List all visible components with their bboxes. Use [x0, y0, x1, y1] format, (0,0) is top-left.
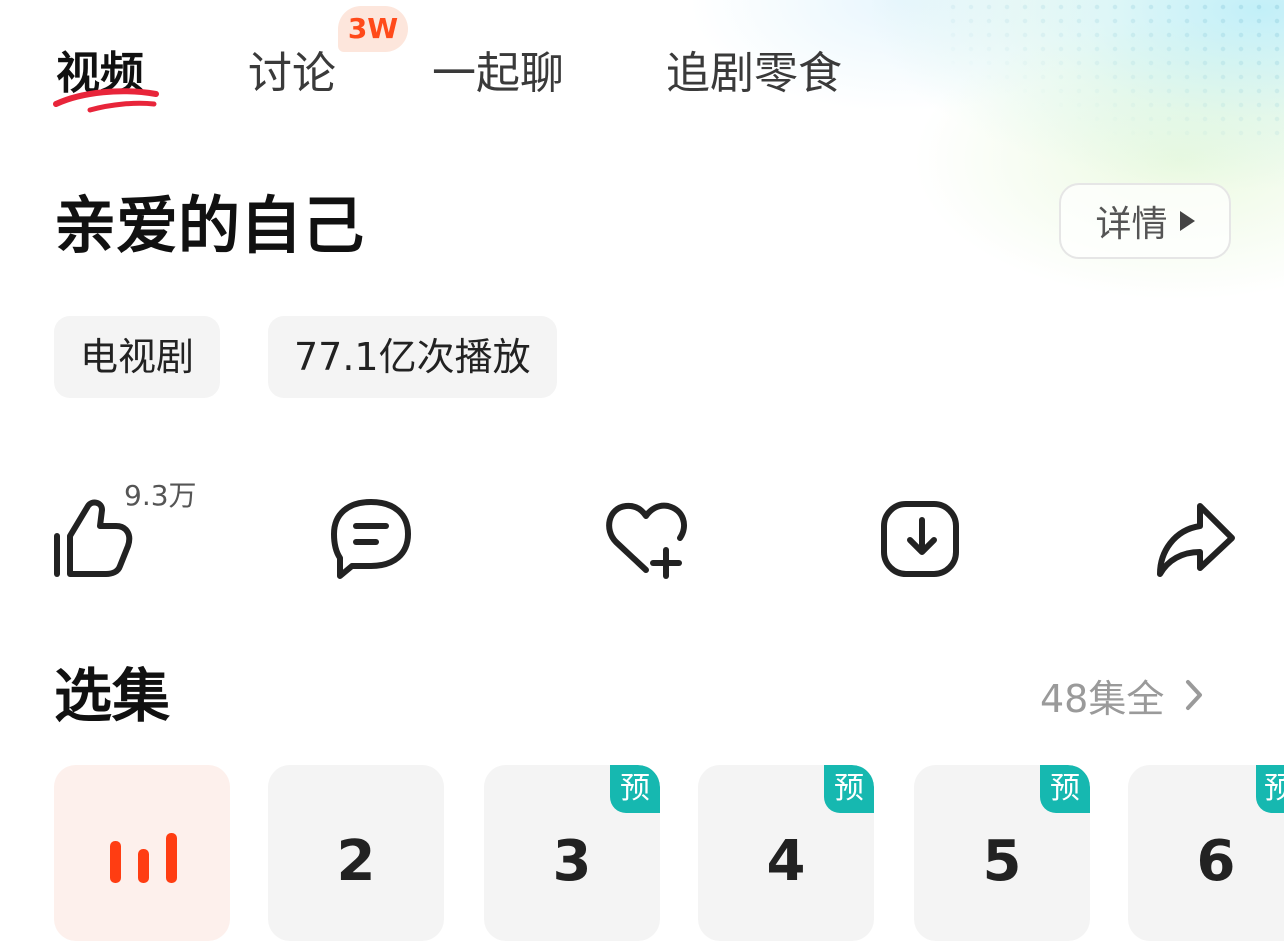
share-button[interactable] [1150, 494, 1240, 584]
episode-card-5[interactable]: 5 预 [914, 765, 1090, 941]
preview-badge: 预 [1256, 765, 1284, 813]
preview-badge: 预 [824, 765, 874, 813]
episode-card-3[interactable]: 3 预 [484, 765, 660, 941]
now-playing-icon [108, 827, 178, 883]
like-count: 9.3万 [124, 479, 197, 512]
episode-card-1[interactable] [54, 765, 230, 941]
tab-snacks[interactable]: 追剧零食 [666, 44, 842, 104]
preview-badge: 预 [1040, 765, 1090, 813]
episode-card-2[interactable]: 2 [268, 765, 444, 941]
play-count-tag: 77.1亿次播放 [268, 316, 557, 398]
episode-number: 2 [336, 828, 376, 894]
episodes-section-title: 选集 [54, 662, 171, 730]
details-button[interactable]: 详情 [1059, 183, 1231, 259]
tab-discussion[interactable]: 讨论 [248, 44, 336, 104]
episode-total-label: 48集全 [1040, 676, 1165, 721]
details-button-label: 详情 [1095, 204, 1168, 245]
active-tab-underline [53, 88, 159, 113]
discussion-count-badge: 3W [338, 6, 408, 52]
all-episodes-link[interactable]: 48集全 [1040, 667, 1206, 723]
chevron-right-icon [1186, 680, 1203, 710]
share-icon [1157, 503, 1235, 577]
download-icon [881, 501, 959, 577]
play-triangle-icon [1179, 211, 1195, 231]
heart-plus-icon [606, 502, 687, 579]
favorite-button[interactable] [602, 494, 692, 584]
episode-card-6[interactable]: 6 预 [1128, 765, 1284, 941]
comment-button[interactable] [326, 494, 416, 584]
top-tab-bar: 视频 讨论 3W 一起聊 追剧零食 [0, 0, 1284, 130]
comment-icon [331, 499, 411, 579]
download-button[interactable] [876, 494, 966, 584]
category-tag: 电视剧 [54, 316, 221, 398]
tab-chat-together[interactable]: 一起聊 [432, 44, 564, 104]
show-title: 亲爱的自己 [54, 189, 365, 262]
preview-badge: 预 [610, 765, 660, 813]
episode-card-4[interactable]: 4 预 [698, 765, 874, 941]
